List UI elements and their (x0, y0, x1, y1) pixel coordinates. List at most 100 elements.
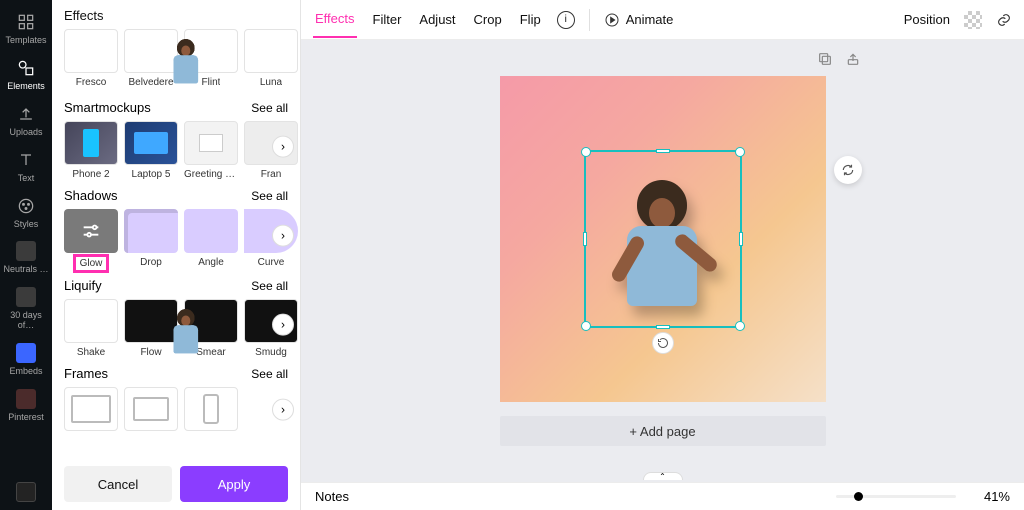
info-icon[interactable]: i (557, 11, 575, 29)
notes-button[interactable]: Notes (315, 489, 349, 504)
handle-right[interactable] (739, 232, 743, 246)
panel-scroll[interactable]: Fresco Belvedere Flint Luna Smartmockups… (52, 29, 300, 458)
see-all-shadows[interactable]: See all (251, 189, 288, 203)
duplicate-page-icon[interactable] (814, 48, 836, 70)
tile-smear[interactable]: Smear (184, 299, 238, 358)
handle-top-right[interactable] (735, 147, 745, 157)
tile-frame-monitor[interactable] (64, 387, 118, 431)
design-page[interactable] (500, 76, 826, 402)
tab-flip[interactable]: Flip (518, 12, 543, 37)
handle-top-left[interactable] (581, 147, 591, 157)
tab-filter[interactable]: Filter (371, 12, 404, 37)
sync-icon (841, 163, 855, 177)
sliders-icon (80, 220, 102, 242)
tile-glow[interactable]: Glow (64, 209, 118, 270)
tile-laptop5[interactable]: Laptop 5 (124, 121, 178, 180)
handle-bottom[interactable] (656, 325, 670, 329)
row-next-liquify[interactable]: › (272, 313, 294, 335)
image-subject[interactable] (617, 184, 709, 308)
tile-fresco[interactable]: Fresco (64, 29, 118, 88)
panel-footer: Cancel Apply (52, 458, 300, 510)
tile-frame-laptop[interactable] (124, 387, 178, 431)
toolbar-divider (589, 9, 590, 31)
rail-styles[interactable]: Styles (0, 190, 52, 236)
row-shadows: Glow Drop Angle Curve › (64, 209, 300, 270)
rail-embeds[interactable]: Embeds (0, 337, 52, 383)
rotate-handle[interactable] (652, 332, 674, 354)
handle-bottom-left[interactable] (581, 321, 591, 331)
cancel-button[interactable]: Cancel (64, 466, 172, 502)
folder-icon (16, 241, 36, 261)
handle-bottom-right[interactable] (735, 321, 745, 331)
rail-templates[interactable]: Templates (0, 6, 52, 52)
bottom-bar: Notes 41% (301, 482, 1024, 510)
section-head-shadows: Shadows See all (64, 180, 300, 209)
tile-phone2[interactable]: Phone 2 (64, 121, 118, 180)
tile-frame-phone[interactable] (184, 387, 238, 431)
rail-label: Pinterest (8, 413, 44, 423)
rail-pinterest[interactable]: Pinterest (0, 383, 52, 429)
handle-top[interactable] (656, 149, 670, 153)
tab-effects[interactable]: Effects (313, 11, 357, 38)
link-icon[interactable] (996, 12, 1012, 28)
tile-greetingcard[interactable]: Greeting car… (184, 121, 238, 180)
transparency-icon[interactable] (964, 11, 982, 29)
tile-shake[interactable]: Shake (64, 299, 118, 358)
rail-uploads[interactable]: Uploads (0, 98, 52, 144)
row-next-smartmockups[interactable]: › (272, 135, 294, 157)
see-all-frames[interactable]: See all (251, 367, 288, 381)
tile-luna[interactable]: Luna (244, 29, 298, 88)
rotate-icon (657, 337, 669, 349)
rail-elements[interactable]: Elements (0, 52, 52, 98)
add-page-button[interactable]: + Add page (500, 416, 826, 446)
selection-box[interactable] (584, 150, 742, 328)
rail-label: Neutrals … (3, 265, 48, 275)
canvas-area[interactable]: + Add page ⌃ (301, 40, 1024, 482)
tile-drop[interactable]: Drop (124, 209, 178, 268)
rail-label: 30 days of… (2, 311, 50, 331)
context-toolbar: Effects Filter Adjust Crop Flip i Animat… (301, 0, 1024, 40)
uploads-icon (16, 104, 36, 124)
rail-label: Embeds (9, 367, 42, 377)
section-head-liquify: Liquify See all (64, 270, 300, 299)
rail-more[interactable] (0, 476, 52, 510)
apply-button[interactable]: Apply (180, 466, 288, 502)
sync-button[interactable] (834, 156, 862, 184)
row-next-shadows[interactable]: › (272, 224, 294, 246)
zoom-value[interactable]: 41% (966, 489, 1010, 504)
main-column: Effects Filter Adjust Crop Flip i Animat… (301, 0, 1024, 510)
styles-icon (16, 196, 36, 216)
share-page-icon[interactable] (842, 48, 864, 70)
folder-icon (16, 287, 36, 307)
section-head-frames: Frames See all (64, 358, 300, 387)
panel-title: Effects (52, 8, 300, 29)
rail-label: Uploads (9, 128, 42, 138)
text-icon (16, 150, 36, 170)
rail-label: Text (18, 174, 35, 184)
rail-folder-30days[interactable]: 30 days of… (0, 281, 52, 337)
tab-adjust[interactable]: Adjust (417, 12, 457, 37)
zoom-thumb[interactable] (854, 492, 863, 501)
rail-label: Elements (7, 82, 45, 92)
row-smartmockups: Phone 2 Laptop 5 Greeting car… Fran › (64, 121, 300, 180)
section-head-smartmockups: Smartmockups See all (64, 92, 300, 121)
elements-icon (16, 58, 36, 78)
position-button[interactable]: Position (904, 12, 950, 27)
animate-button[interactable]: Animate (604, 12, 674, 28)
tile-angle[interactable]: Angle (184, 209, 238, 268)
see-all-smartmockups[interactable]: See all (251, 101, 288, 115)
see-all-liquify[interactable]: See all (251, 279, 288, 293)
templates-icon (16, 12, 36, 32)
handle-left[interactable] (583, 232, 587, 246)
glow-thumb (64, 209, 118, 253)
page-actions (814, 48, 864, 70)
tab-crop[interactable]: Crop (472, 12, 504, 37)
row-liquify: Shake Flow Smear Smudg › (64, 299, 300, 358)
rail-folder-neutrals[interactable]: Neutrals … (0, 235, 52, 281)
rail-text[interactable]: Text (0, 144, 52, 190)
zoom-slider[interactable] (836, 495, 956, 498)
row-frames: › (64, 387, 300, 441)
row-next-frames[interactable]: › (272, 399, 294, 421)
first-style-row: Fresco Belvedere Flint Luna (64, 29, 300, 88)
expand-pages-handle[interactable]: ⌃ (643, 472, 683, 480)
